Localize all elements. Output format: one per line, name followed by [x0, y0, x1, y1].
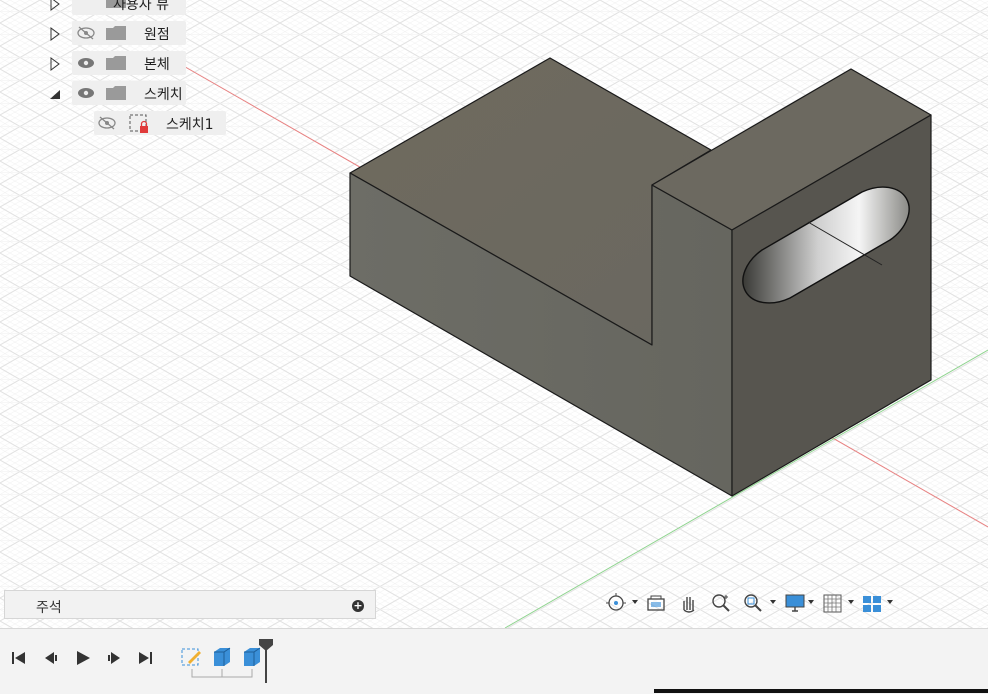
step-forward-icon[interactable]: [105, 649, 123, 667]
play-icon[interactable]: [74, 649, 92, 667]
sketch-feature-icon[interactable]: [180, 646, 204, 670]
folder-icon: [106, 56, 126, 70]
expand-toggle-icon[interactable]: [48, 27, 62, 41]
eye-hidden-icon[interactable]: [76, 26, 96, 40]
eye-visible-icon[interactable]: [76, 86, 96, 100]
expand-toggle-icon[interactable]: [48, 57, 62, 71]
pan-icon[interactable]: [677, 592, 701, 614]
chevron-down-icon[interactable]: [632, 600, 638, 604]
add-icon[interactable]: +: [352, 600, 364, 612]
sketch-locked-icon: [129, 114, 148, 133]
tree-item-label: 스케치: [144, 87, 183, 103]
collapse-toggle-icon[interactable]: [48, 87, 62, 101]
eye-visible-icon[interactable]: [76, 56, 96, 70]
display-settings-icon[interactable]: [783, 592, 807, 614]
chevron-down-icon[interactable]: [808, 600, 814, 604]
feature-group-bracket: [191, 669, 253, 678]
fit-icon[interactable]: [741, 592, 765, 614]
tree-item-label: 스케치1: [166, 117, 214, 133]
chevron-down-icon[interactable]: [848, 600, 854, 604]
look-at-icon[interactable]: [644, 592, 668, 614]
tree-item-label: 본체: [144, 57, 170, 73]
zoom-icon[interactable]: [709, 592, 733, 614]
go-to-end-icon[interactable]: [136, 649, 154, 667]
folder-icon: [106, 26, 126, 40]
timeline-bar: [0, 628, 988, 694]
timeline-marker[interactable]: [258, 639, 274, 683]
eye-hidden-icon[interactable]: [97, 116, 117, 130]
tree-item-label: 원점: [144, 27, 170, 43]
navigation-toolbar: [600, 589, 898, 617]
chevron-down-icon[interactable]: [770, 600, 776, 604]
go-to-start-icon[interactable]: [10, 649, 28, 667]
annotation-panel-label: 주석: [36, 600, 62, 616]
step-back-icon[interactable]: [42, 649, 60, 667]
chevron-down-icon[interactable]: [887, 600, 893, 604]
viewports-icon[interactable]: [860, 592, 884, 614]
expand-toggle-icon[interactable]: [48, 0, 62, 11]
orbit-icon[interactable]: [604, 592, 628, 614]
extrude-feature-icon[interactable]: [210, 645, 234, 669]
folder-icon: [106, 86, 126, 100]
tree-item-label: 사용자 뷰: [113, 0, 169, 13]
grid-settings-icon[interactable]: [821, 592, 845, 614]
status-strip: [654, 689, 988, 693]
annotation-panel[interactable]: 주석 +: [4, 590, 376, 619]
